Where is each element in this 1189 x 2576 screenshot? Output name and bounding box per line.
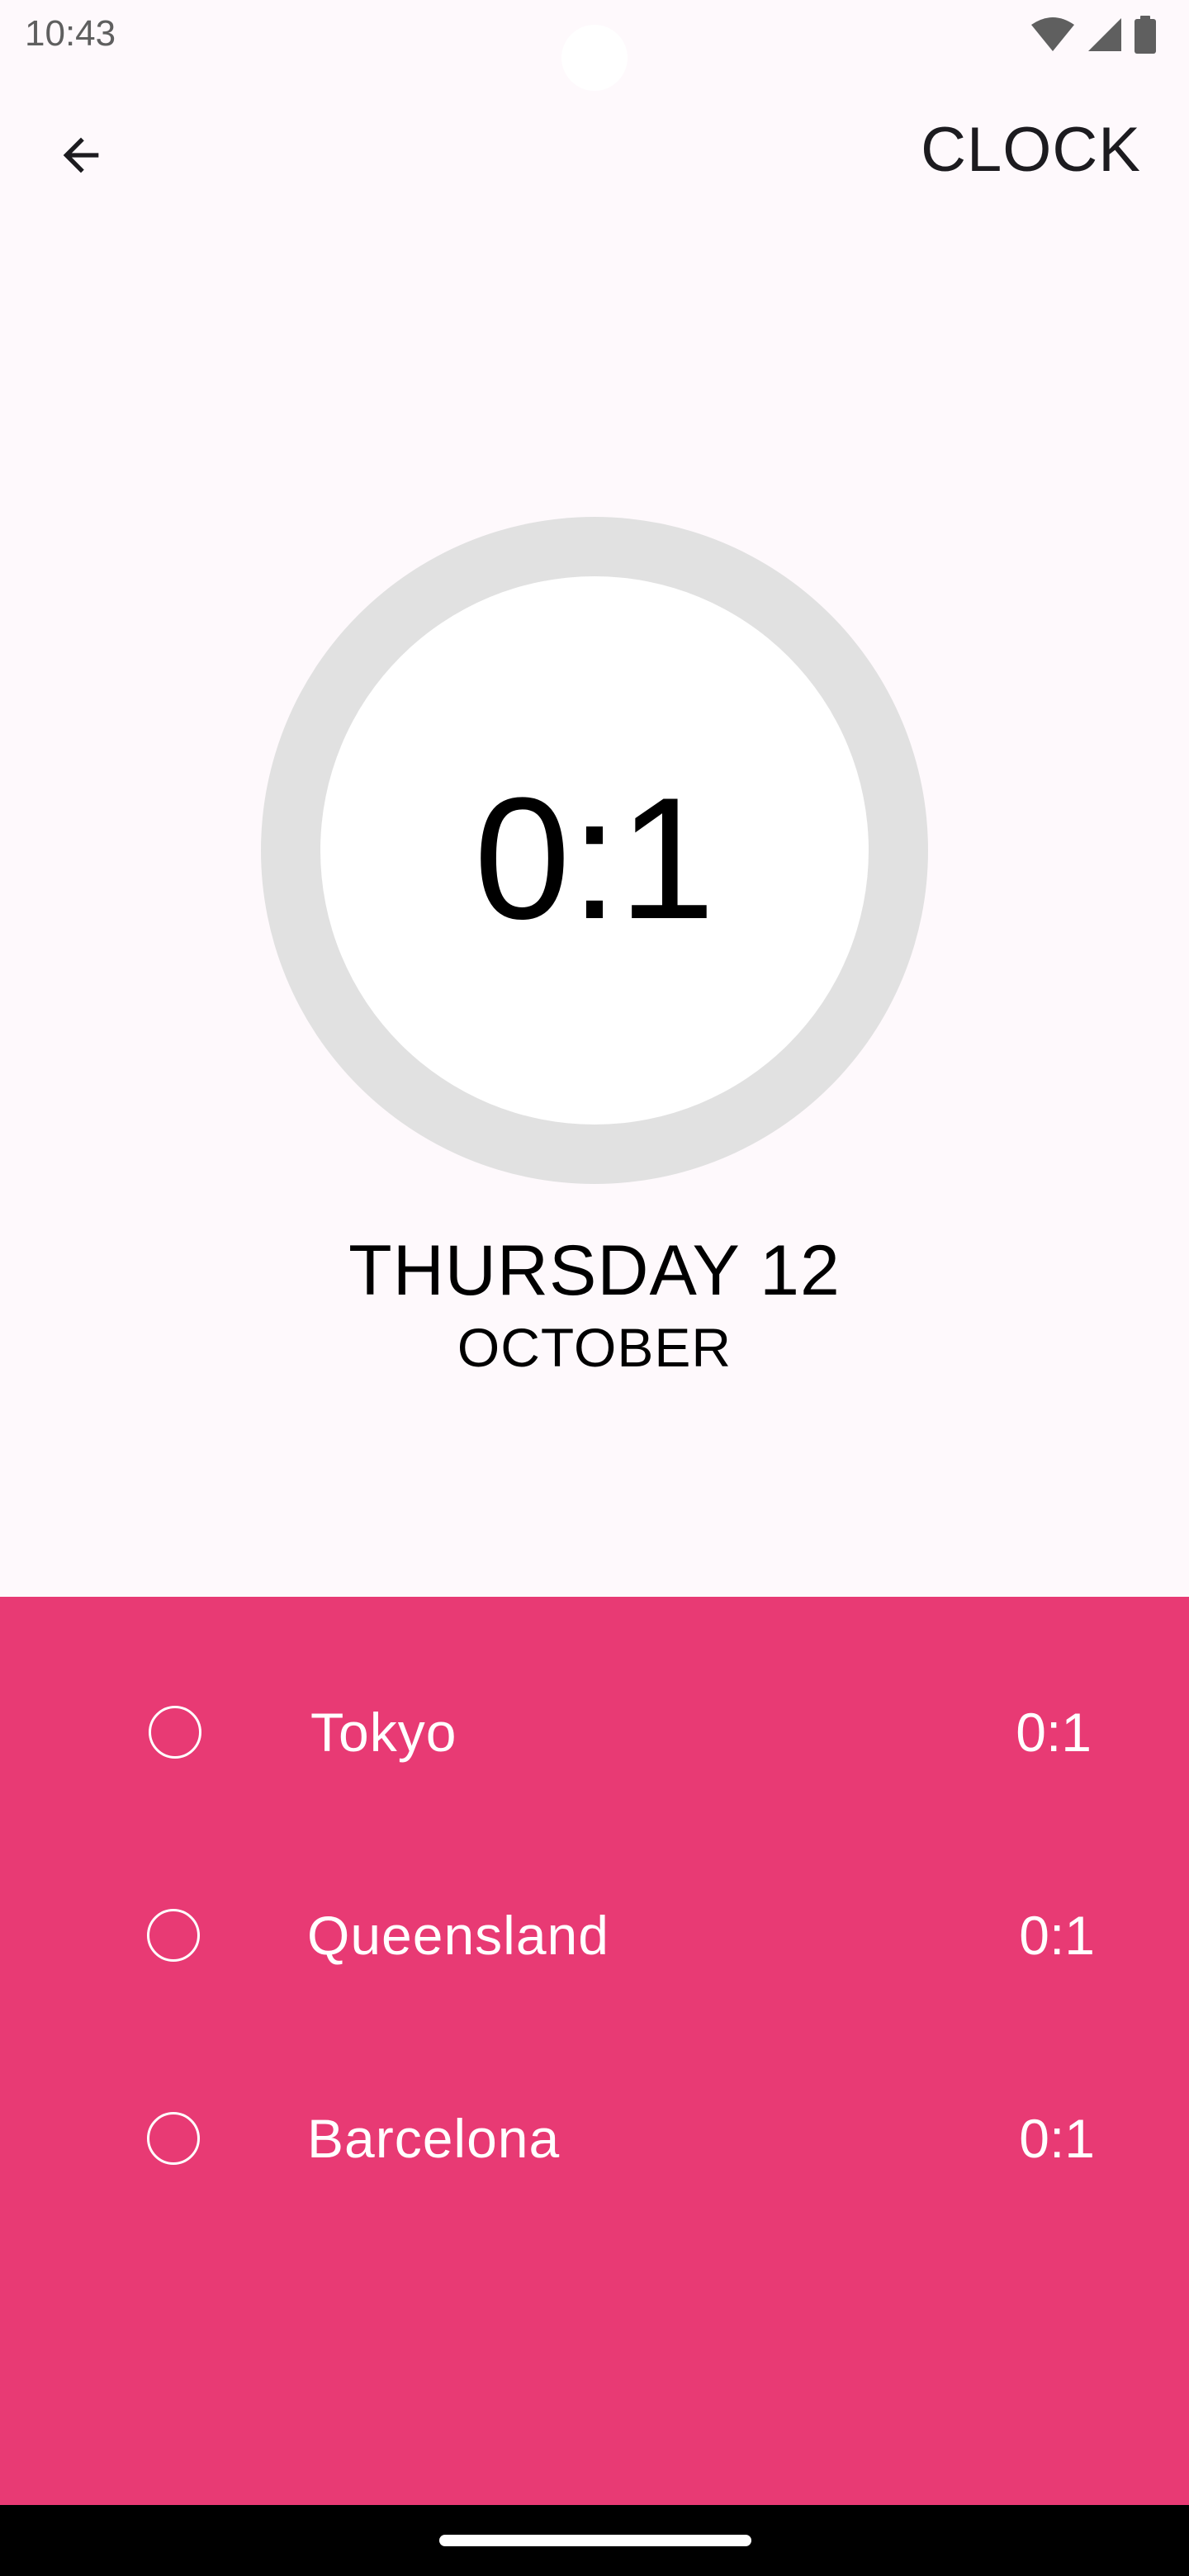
wifi-icon: [1030, 17, 1075, 53]
home-handle[interactable]: [439, 2535, 751, 2546]
city-list: Tokyo 0:1 Queensland 0:1 Barcelona 0:1: [0, 1597, 1189, 2505]
back-button[interactable]: [41, 117, 121, 197]
city-row-queensland[interactable]: Queensland 0:1: [0, 1871, 1189, 2003]
status-time: 10:43: [25, 13, 116, 54]
city-name: Tokyo: [310, 1702, 457, 1763]
navigation-bar: [0, 2505, 1189, 2576]
date-day: THURSDAY 12: [348, 1231, 841, 1310]
clock-dial: 0:1: [261, 517, 928, 1184]
signal-icon: [1087, 17, 1123, 53]
camera-cutout: [561, 25, 628, 91]
radio-button[interactable]: [147, 2112, 200, 2165]
city-time: 0:1: [1019, 2108, 1095, 2169]
city-name: Queensland: [307, 1905, 609, 1966]
date-month: OCTOBER: [457, 1317, 732, 1378]
battery-icon: [1135, 16, 1156, 54]
clock-face: 0:1: [320, 576, 869, 1125]
arrow-left-icon: [54, 129, 107, 186]
clock-screen: 10:43 CLOCK 0:1 THURSDAY 12 OCTOBER Toky…: [0, 0, 1189, 2576]
app-title[interactable]: CLOCK: [921, 114, 1141, 186]
city-row-barcelona[interactable]: Barcelona 0:1: [0, 2074, 1189, 2206]
radio-button[interactable]: [147, 1909, 200, 1962]
city-time: 0:1: [1019, 1905, 1095, 1966]
clock-time: 0:1: [474, 761, 715, 955]
city-time: 0:1: [1016, 1702, 1092, 1763]
app-bar: CLOCK: [0, 99, 1189, 198]
city-name: Barcelona: [307, 2108, 561, 2169]
city-row-tokyo[interactable]: Tokyo 0:1: [0, 1668, 1189, 1800]
status-bar: 10:43: [0, 0, 1189, 91]
radio-button[interactable]: [149, 1706, 201, 1759]
status-icons: [1030, 15, 1156, 54]
